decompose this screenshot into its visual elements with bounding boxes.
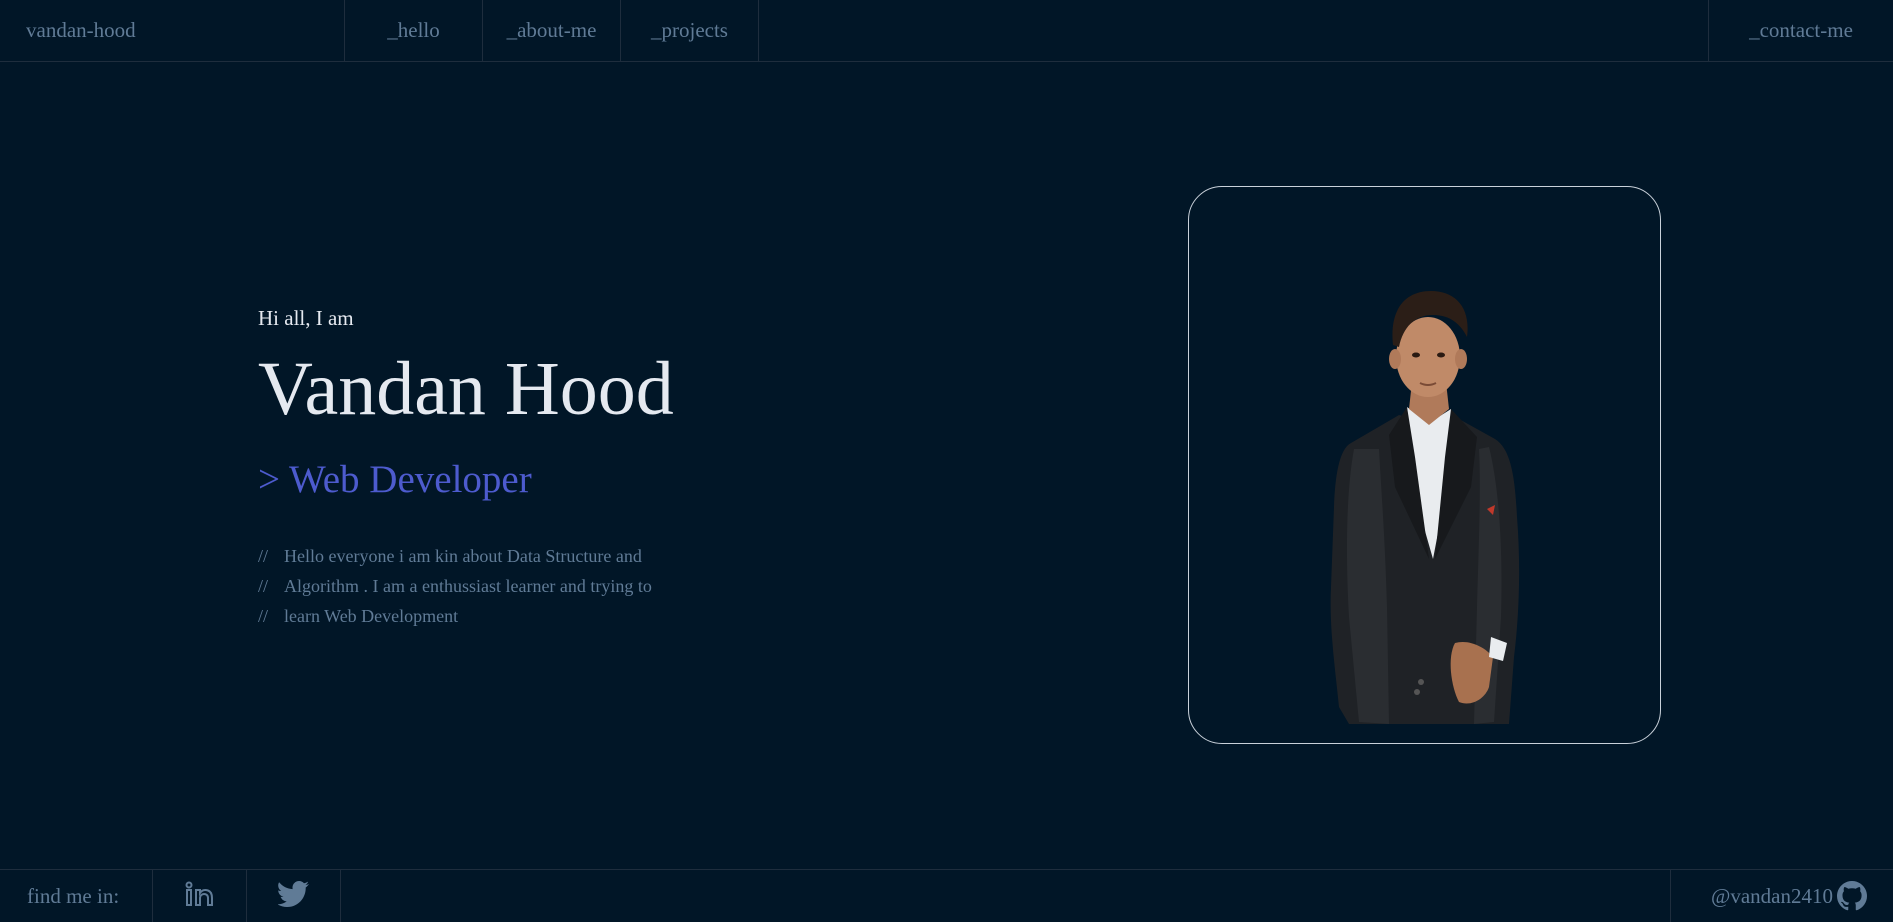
- hero-name: Vandan Hood: [258, 347, 674, 431]
- nav-contact-me[interactable]: _contact-me: [1708, 0, 1893, 61]
- portfolio-page: vandan-hood _hello _about-me _projects _…: [0, 0, 1893, 922]
- hero-greeting: Hi all, I am: [258, 306, 354, 330]
- find-me-label: find me in:: [0, 870, 153, 922]
- hero-bio: // Hello everyone i am kin about Data Str…: [258, 541, 652, 631]
- footer-spacer: [341, 870, 1670, 922]
- nav-projects[interactable]: _projects: [621, 0, 759, 61]
- profile-photo: [1330, 291, 1520, 724]
- nav-about-me[interactable]: _about-me: [483, 0, 621, 61]
- site-brand[interactable]: vandan-hood: [0, 0, 345, 61]
- comment-prefix: //: [258, 546, 269, 566]
- top-nav: vandan-hood _hello _about-me _projects _…: [0, 0, 1893, 62]
- github-link[interactable]: @vandan2410: [1670, 870, 1893, 922]
- bio-line: // learn Web Development: [258, 601, 652, 631]
- bio-line: // Algorithm . I am a enthussiast learner…: [258, 571, 652, 601]
- twitter-icon: [276, 880, 310, 912]
- github-handle: @vandan2410: [1711, 883, 1833, 908]
- nav-hello[interactable]: _hello: [345, 0, 483, 61]
- bio-line-text: Hello everyone i am kin about Data Struc…: [284, 546, 642, 566]
- bio-line-text: Algorithm . I am a enthussiast learner a…: [284, 576, 652, 596]
- hero-role: > Web Developer: [258, 458, 532, 501]
- twitter-link[interactable]: [247, 870, 341, 922]
- footer-bar: find me in: @vandan2410: [0, 869, 1893, 922]
- comment-prefix: //: [258, 606, 269, 626]
- bio-line: // Hello everyone i am kin about Data Str…: [258, 541, 652, 571]
- bio-line-text: learn Web Development: [284, 606, 459, 626]
- comment-prefix: //: [258, 576, 269, 596]
- linkedin-link[interactable]: [153, 870, 247, 922]
- linkedin-icon: [185, 881, 215, 912]
- github-icon: [1837, 881, 1867, 911]
- profile-photo-card: [1188, 186, 1661, 744]
